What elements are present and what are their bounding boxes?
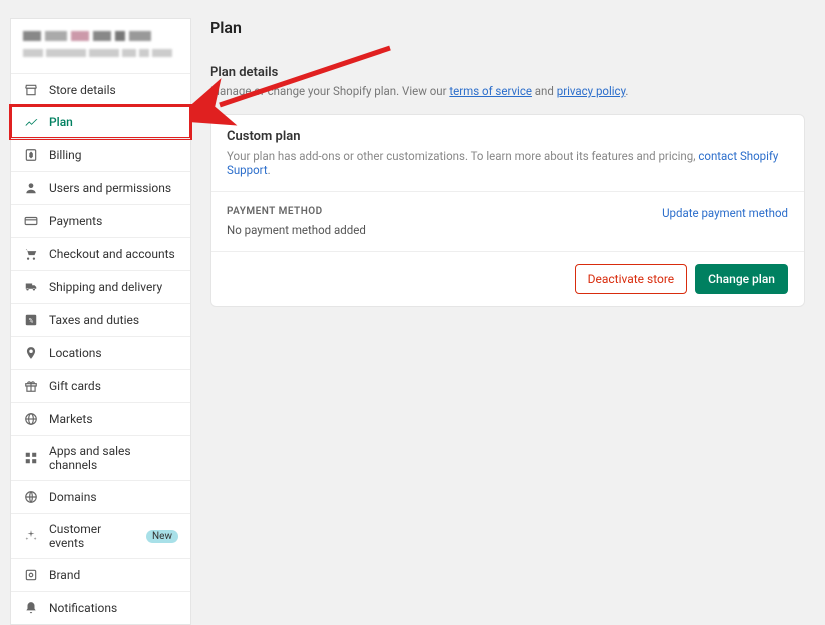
payment-method-section: PAYMENT METHOD No payment method added U… <box>211 192 804 252</box>
sidebar-item-label: Locations <box>49 346 178 360</box>
billing-icon: $ <box>23 147 39 163</box>
sidebar-item-label: Users and permissions <box>49 181 178 195</box>
sidebar-item-store-details[interactable]: Store details <box>11 73 190 106</box>
sidebar-item-label: Gift cards <box>49 379 178 393</box>
payment-method-value: No payment method added <box>227 223 366 237</box>
tos-link[interactable]: terms of service <box>449 84 532 98</box>
section-title: Plan details <box>210 65 805 80</box>
sidebar-item-label: Apps and sales channels <box>49 444 178 472</box>
sidebar-item-label: Brand <box>49 568 178 582</box>
sidebar-item-domains[interactable]: Domains <box>11 480 190 513</box>
sidebar-item-label: Markets <box>49 412 178 426</box>
sidebar-item-shipping[interactable]: Shipping and delivery <box>11 270 190 303</box>
gift-icon <box>23 378 39 394</box>
sidebar-item-notifications[interactable]: Notifications <box>11 591 190 624</box>
pin-icon <box>23 345 39 361</box>
sidebar-item-markets[interactable]: Markets <box>11 402 190 435</box>
sparkle-icon <box>23 528 39 544</box>
section-description: Manage or change your Shopify plan. View… <box>210 84 805 98</box>
card-icon <box>23 213 39 229</box>
plan-icon <box>23 114 39 130</box>
sidebar-item-locations[interactable]: Locations <box>11 336 190 369</box>
sidebar-item-apps[interactable]: Apps and sales channels <box>11 435 190 480</box>
sidebar-item-giftcards[interactable]: Gift cards <box>11 369 190 402</box>
sidebar-item-label: Taxes and duties <box>49 313 178 327</box>
deactivate-button[interactable]: Deactivate store <box>575 264 688 294</box>
store-icon <box>23 82 39 98</box>
custom-plan-title: Custom plan <box>227 129 788 144</box>
sidebar: Store details Plan $ Billing Users and p… <box>10 18 191 625</box>
svg-text:$: $ <box>29 152 32 159</box>
privacy-link[interactable]: privacy policy <box>557 84 626 98</box>
sidebar-item-label: Billing <box>49 148 178 162</box>
sidebar-item-billing[interactable]: $ Billing <box>11 138 190 171</box>
brand-icon <box>23 567 39 583</box>
payment-method-label: PAYMENT METHOD <box>227 206 366 217</box>
sidebar-item-users[interactable]: Users and permissions <box>11 171 190 204</box>
sidebar-item-label: Plan <box>49 115 178 129</box>
update-payment-link[interactable]: Update payment method <box>662 206 788 220</box>
sidebar-item-label: Customer events <box>49 522 136 550</box>
domain-icon <box>23 489 39 505</box>
sidebar-item-plan[interactable]: Plan <box>9 104 192 140</box>
sidebar-item-label: Checkout and accounts <box>49 247 178 261</box>
sidebar-item-taxes[interactable]: % Taxes and duties <box>11 303 190 336</box>
sidebar-item-checkout[interactable]: Checkout and accounts <box>11 237 190 270</box>
new-badge: New <box>146 530 178 543</box>
card-actions: Deactivate store Change plan <box>211 252 804 306</box>
main-content: Plan Plan details Manage or change your … <box>210 18 805 307</box>
bell-icon <box>23 600 39 616</box>
sidebar-item-label: Store details <box>49 83 178 97</box>
sidebar-header <box>11 19 190 73</box>
sidebar-item-label: Domains <box>49 490 178 504</box>
apps-icon <box>23 450 39 466</box>
user-icon <box>23 180 39 196</box>
sidebar-item-events[interactable]: Customer events New <box>11 513 190 558</box>
truck-icon <box>23 279 39 295</box>
page-title: Plan <box>210 18 805 37</box>
sidebar-item-label: Shipping and delivery <box>49 280 178 294</box>
plan-card: Custom plan Your plan has add-ons or oth… <box>210 114 805 307</box>
custom-plan-text: Your plan has add-ons or other customiza… <box>227 149 788 177</box>
custom-plan-section: Custom plan Your plan has add-ons or oth… <box>211 115 804 192</box>
sidebar-item-brand[interactable]: Brand <box>11 558 190 591</box>
sidebar-item-label: Notifications <box>49 601 178 615</box>
sidebar-item-payments[interactable]: Payments <box>11 204 190 237</box>
percent-icon: % <box>23 312 39 328</box>
globe-icon <box>23 411 39 427</box>
svg-text:%: % <box>29 316 34 324</box>
change-plan-button[interactable]: Change plan <box>695 264 788 294</box>
sidebar-item-label: Payments <box>49 214 178 228</box>
cart-icon <box>23 246 39 262</box>
